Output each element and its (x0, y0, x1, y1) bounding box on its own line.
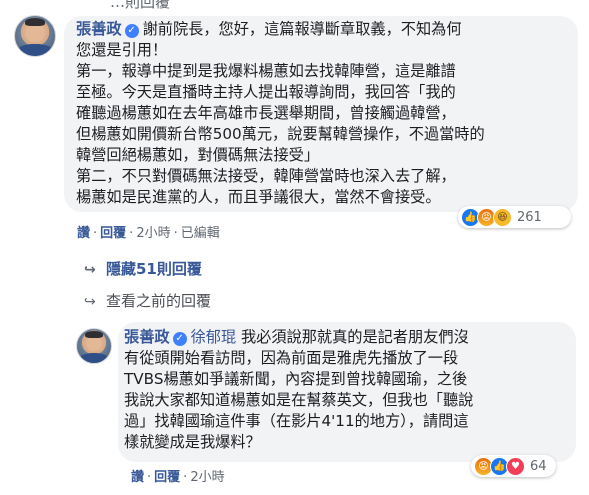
comment-author[interactable]: 張善政 (124, 328, 170, 346)
comment-body: 張善政 ✓ 謝前院長，您好，這篇報導斷章取義，不知為何 您還是引用！ 第一，報導中提… (76, 19, 576, 208)
mention-link[interactable]: 徐郁琨 (191, 328, 237, 346)
comment-line: 第一，報導中提到是我爆料楊蕙如去找韓陣營，這是離譜 (76, 62, 456, 80)
reactions-summary[interactable]: 😡 👍 ♥ 64 (471, 455, 556, 477)
comment-line: 韓營回絕楊蕙如，對價碼無法接受」 (76, 146, 319, 164)
reaction-count: 261 (517, 209, 542, 225)
haha-icon: 😆 (493, 207, 512, 227)
comment-line: 我說大家都知道楊蕙如是在幫蔡英文，但我也「聽說 (124, 391, 474, 409)
timestamp[interactable]: 2小時 (190, 470, 224, 485)
comment-line: TVBS楊蕙如爭議新聞，內容提到曾找韓國瑜，之後 (124, 370, 468, 388)
avatar[interactable] (14, 15, 56, 57)
comment-actions: 讚 · 回覆 · 2小時 (131, 470, 225, 485)
comment-line: 樣就變成是我爆料？ (124, 433, 261, 451)
verified-badge-icon: ✓ (172, 332, 187, 346)
previous-replies-remnant[interactable]: …則回覆 (110, 0, 170, 12)
reply-arrow-icon: ↪ (84, 262, 96, 278)
comment-line: 有從頭開始看訪問，因為前面是雅虎先播放了一段 (124, 349, 459, 367)
comment-author[interactable]: 張善政 (76, 20, 122, 38)
comment-line: 楊蕙如是民進黨的人，而且爭議很大，當然不會接受。 (76, 188, 441, 206)
reply-button[interactable]: 回覆 (154, 470, 180, 485)
edited-label[interactable]: 已編輯 (181, 226, 220, 241)
reply-arrow-icon: ↪ (84, 294, 96, 310)
verified-badge-icon: ✓ (124, 24, 139, 38)
hidden-replies-link[interactable]: ↪ 隱藏51則回覆 (84, 258, 202, 279)
view-previous-replies-link[interactable]: ↪ 查看之前的回覆 (84, 290, 211, 311)
comment-line: 謝前院長，您好，這篇報導斷章取義，不知為何 (142, 20, 462, 38)
avatar[interactable] (76, 328, 112, 364)
reactions-summary[interactable]: 👍 😡 😆 261 (458, 206, 571, 228)
reply-button[interactable]: 回覆 (100, 226, 126, 241)
comment-line: 您還是引用！ (76, 41, 168, 59)
love-icon: ♥ (506, 456, 525, 476)
comment-line: 我必須說那就真的是記者朋友們沒 (236, 328, 469, 346)
like-button[interactable]: 讚 (77, 226, 90, 241)
reply-body: 張善政 ✓ 徐郁琨 我必須說那就真的是記者朋友們沒 有從頭開始看訪問，因為前面是雅虎… (124, 327, 574, 453)
comment-line: 但楊蕙如開價新台幣500萬元，說要幫韓營操作，不過當時的 (76, 125, 485, 143)
comment-line: 確聽過楊蕙如在去年高雄市長選舉期間，曾接觸過韓營， (76, 104, 456, 122)
comment-line: 過」找韓國瑜這件事（在影片4'11的地方），請問這 (124, 412, 469, 430)
timestamp[interactable]: 2小時 (136, 226, 170, 241)
reaction-count: 64 (530, 458, 547, 474)
like-button[interactable]: 讚 (131, 470, 144, 485)
comment-line: 至極。今天是直播時主持人提出報導詢問，我回答「我的 (76, 83, 456, 101)
comment-actions: 讚 · 回覆 · 2小時 · 已編輯 (77, 226, 220, 241)
comment-line: 第二，不只對價碼無法接受，韓陣營當時也深入去了解， (76, 167, 456, 185)
